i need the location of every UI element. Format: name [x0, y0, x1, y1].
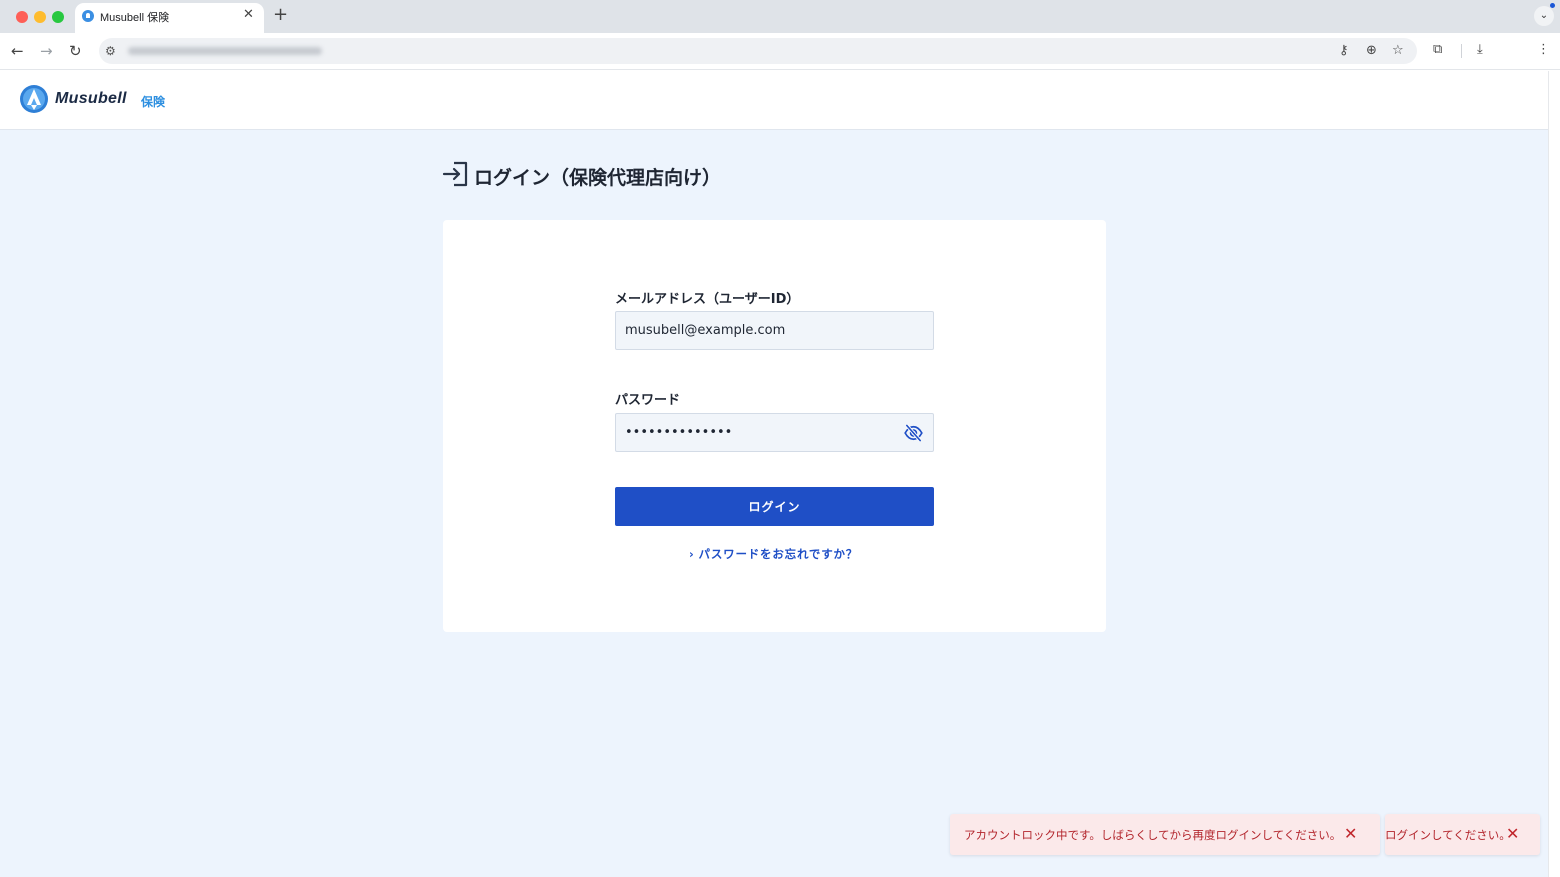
logo-subtitle: 保険 [141, 95, 166, 109]
address-url-redacted [128, 47, 322, 55]
new-tab-button[interactable]: + [273, 5, 288, 25]
reload-button[interactable]: ↻ [69, 40, 82, 62]
login-button[interactable]: ログイン [615, 487, 934, 526]
forgot-password-link[interactable]: › パスワードをお忘れですか？ [689, 546, 858, 562]
bookmark-star-icon[interactable]: ☆ [1392, 42, 1404, 60]
password-label: パスワード [615, 393, 681, 408]
browser-menu-icon[interactable]: ⋮ [1537, 41, 1550, 59]
tab-search-button[interactable]: ⌄ [1534, 6, 1554, 26]
app-header [0, 71, 1548, 130]
toggle-password-visibility-icon[interactable] [903, 423, 924, 443]
window-close-button[interactable] [16, 11, 28, 23]
email-label: メールアドレス（ユーザーID） [615, 292, 800, 307]
error-toast: アカウントロック中です。しばらくしてから再度ログインしてください。 ✕ [950, 814, 1380, 855]
toast-message: ログインしてください。 [1385, 828, 1511, 842]
logo-text[interactable]: Musubell [55, 90, 127, 108]
page-title: ログイン（保険代理店向け） [474, 167, 722, 189]
tab-favicon-icon [82, 10, 94, 22]
error-toast-secondary: ログインしてください。 ✕ [1385, 814, 1540, 855]
toolbar-divider [1461, 44, 1462, 58]
site-settings-icon[interactable]: ⚙ [105, 42, 116, 60]
zoom-icon[interactable]: ⊕ [1366, 42, 1377, 60]
forward-button[interactable]: → [40, 40, 53, 62]
chevron-right-icon: › [689, 547, 695, 561]
password-field[interactable] [615, 413, 934, 452]
musubell-logo-icon[interactable] [19, 84, 49, 114]
download-icon[interactable]: ⤓ [1477, 41, 1483, 59]
window-minimize-button[interactable] [34, 11, 46, 23]
password-key-icon[interactable]: ⚷ [1339, 42, 1349, 60]
profile-indicator-icon [1550, 3, 1555, 8]
tab-close-icon[interactable]: ✕ [243, 7, 254, 23]
toast-close-icon[interactable]: ✕ [1506, 824, 1519, 844]
extensions-icon[interactable]: ⧉ [1433, 41, 1442, 59]
login-enter-icon [442, 161, 468, 187]
forgot-password-label: パスワードをお忘れですか？ [698, 547, 859, 561]
window-zoom-button[interactable] [52, 11, 64, 23]
email-field[interactable] [615, 311, 934, 350]
toast-message: アカウントロック中です。しばらくしてから再度ログインしてください。 [964, 828, 1342, 842]
toast-close-icon[interactable]: ✕ [1344, 824, 1357, 844]
page-scrollbar[interactable] [1548, 71, 1560, 877]
back-button[interactable]: ← [11, 40, 24, 62]
tab-title: Musubell 保険 [100, 12, 170, 24]
